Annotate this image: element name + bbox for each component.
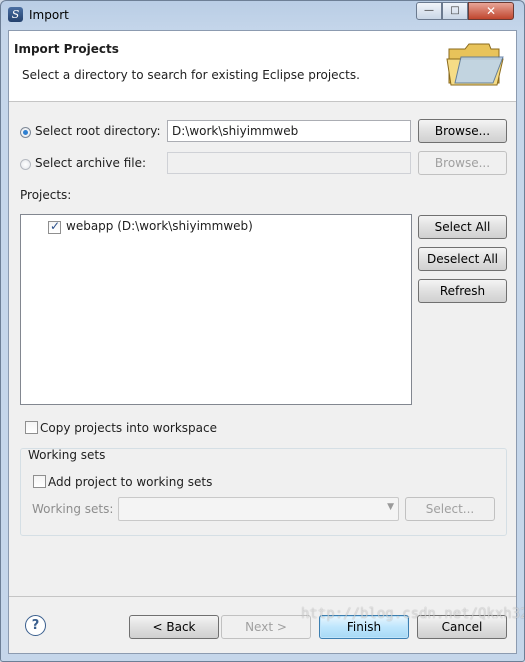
select-working-sets-button[interactable]: Select... — [405, 497, 495, 521]
project-label: webapp (D:\work\shiyimmweb) — [66, 219, 253, 233]
page-description: Select a directory to search for existin… — [22, 68, 360, 82]
deselect-all-button[interactable]: Deselect All — [418, 247, 507, 271]
folder-icon — [446, 43, 504, 86]
projects-list[interactable]: webapp (D:\work\shiyimmweb) — [20, 214, 412, 405]
add-to-working-sets-label: Add project to working sets — [48, 475, 213, 489]
dialog-client-area: Import Projects Select a directory to se… — [8, 30, 517, 654]
title-bar: S Import — □ ✕ — [1, 1, 524, 30]
projects-label: Projects: — [20, 188, 72, 202]
project-checkbox[interactable] — [48, 219, 61, 234]
root-directory-label: Select root directory: — [35, 124, 161, 138]
next-button[interactable]: Next > — [221, 615, 311, 639]
window-title: Import — [29, 8, 69, 22]
root-directory-radio[interactable] — [20, 127, 31, 138]
wizard-header: Import Projects Select a directory to se… — [9, 31, 516, 102]
eclipse-icon: S — [8, 7, 23, 22]
select-all-button[interactable]: Select All — [418, 215, 507, 239]
watermark-text: http://blog.csdn.net/Qkxh320 — [301, 606, 525, 622]
archive-file-radio[interactable] — [20, 159, 31, 170]
back-button[interactable]: < Back — [129, 615, 219, 639]
add-to-working-sets-checkbox[interactable] — [33, 475, 46, 488]
refresh-button[interactable]: Refresh — [418, 279, 507, 303]
working-sets-label: Working sets: — [32, 502, 114, 516]
root-browse-button[interactable]: Browse... — [418, 119, 507, 143]
import-dialog: S Import — □ ✕ Import Projects Select a … — [0, 0, 525, 662]
help-icon[interactable]: ? — [25, 615, 46, 636]
list-item[interactable]: webapp (D:\work\shiyimmweb) — [21, 215, 411, 237]
working-sets-combo[interactable]: ▼ — [118, 497, 399, 521]
copy-projects-checkbox[interactable] — [25, 421, 38, 434]
page-title: Import Projects — [14, 42, 119, 56]
root-directory-input[interactable]: D:\work\shiyimmweb — [167, 120, 411, 142]
close-button[interactable]: ✕ — [468, 2, 514, 20]
minimize-button[interactable]: — — [416, 2, 442, 20]
archive-file-input[interactable] — [167, 152, 411, 174]
maximize-button[interactable]: □ — [442, 2, 468, 20]
working-sets-group — [20, 448, 507, 536]
archive-file-label: Select archive file: — [35, 156, 147, 170]
copy-projects-label: Copy projects into workspace — [40, 421, 218, 435]
archive-browse-button[interactable]: Browse... — [418, 151, 507, 175]
footer-separator — [9, 596, 516, 597]
chevron-down-icon: ▼ — [387, 502, 394, 512]
